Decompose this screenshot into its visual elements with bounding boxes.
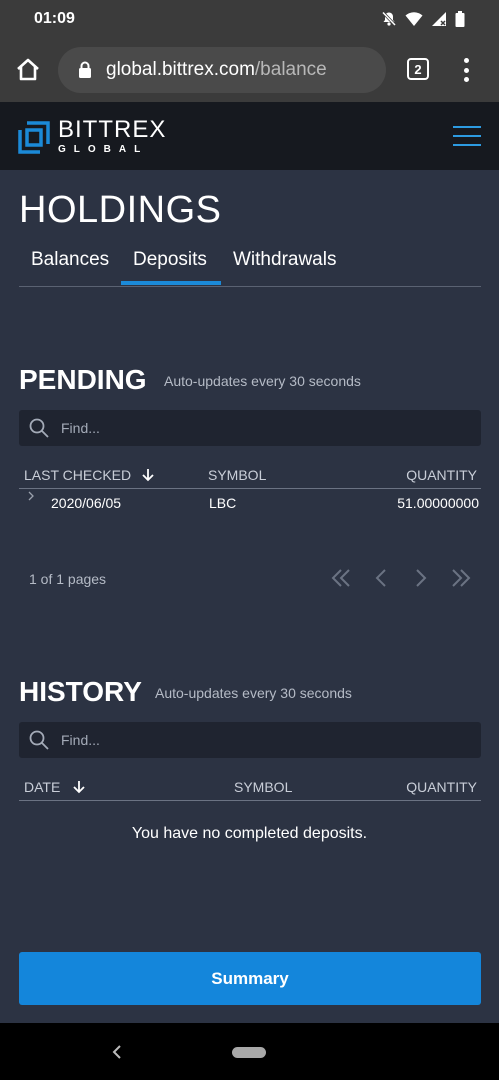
- url-text: global.bittrex.com/balance: [106, 59, 327, 81]
- active-tab-indicator: [121, 281, 221, 285]
- page-title: HOLDINGS: [19, 189, 222, 231]
- logo-text: BITTREX: [58, 116, 167, 143]
- summary-button[interactable]: Summary: [19, 952, 481, 1005]
- search-icon: [29, 730, 49, 750]
- holdings-tabs: Balances Deposits Withdrawals: [19, 241, 481, 287]
- address-bar[interactable]: global.bittrex.com/balance: [58, 47, 386, 93]
- history-title: HISTORY: [19, 676, 142, 707]
- tab-deposits[interactable]: Deposits: [133, 249, 207, 271]
- column-quantity[interactable]: QUANTITY: [406, 467, 477, 483]
- browser-toolbar: global.bittrex.com/balance 2: [0, 38, 499, 102]
- row-symbol: LBC: [209, 495, 237, 511]
- column-symbol[interactable]: SYMBOL: [208, 467, 266, 483]
- back-icon[interactable]: [110, 1043, 124, 1061]
- wifi-icon: [405, 12, 423, 26]
- url-path: /balance: [254, 59, 327, 80]
- tab-withdrawals[interactable]: Withdrawals: [233, 249, 336, 271]
- history-subtitle: Auto-updates every 30 seconds: [155, 685, 352, 701]
- site-header: BITTREX GLOBAL: [0, 102, 499, 170]
- url-host: global.bittrex.com: [106, 59, 255, 80]
- status-time: 01:09: [34, 10, 75, 27]
- column-symbol[interactable]: SYMBOL: [234, 779, 292, 795]
- system-nav-bar: [0, 1023, 499, 1080]
- notifications-off-icon: [381, 11, 397, 27]
- pending-search-input[interactable]: [61, 420, 441, 436]
- table-row[interactable]: 2020/06/05 LBC 51.00000000: [19, 490, 481, 516]
- status-icons: [381, 11, 465, 27]
- history-search-input[interactable]: [61, 732, 441, 748]
- expand-row-icon[interactable]: [27, 491, 35, 501]
- previous-page-icon[interactable]: [369, 566, 393, 590]
- empty-state-message: You have no completed deposits.: [131, 825, 368, 842]
- pending-table-header: LAST CHECKED SYMBOL QUANTITY: [19, 461, 481, 489]
- menu-icon[interactable]: [453, 126, 481, 146]
- history-table-header: DATE SYMBOL QUANTITY: [19, 773, 481, 801]
- search-icon: [29, 418, 49, 438]
- column-last-checked[interactable]: LAST CHECKED: [24, 467, 155, 483]
- logo-subtext: GLOBAL: [58, 144, 149, 155]
- pager-label: 1 of 1 pages: [29, 571, 107, 587]
- bittrex-logo[interactable]: BITTREX GLOBAL: [18, 118, 166, 156]
- tab-balances[interactable]: Balances: [31, 249, 109, 271]
- bittrex-logo-icon: [18, 121, 50, 154]
- home-icon[interactable]: [14, 56, 42, 84]
- history-search[interactable]: [19, 722, 481, 758]
- sort-down-icon: [142, 469, 154, 482]
- next-page-icon[interactable]: [409, 566, 433, 590]
- tab-switcher-button[interactable]: 2: [407, 58, 429, 80]
- pending-search[interactable]: [19, 410, 481, 446]
- lock-icon: [79, 61, 91, 78]
- row-date: 2020/06/05: [51, 495, 122, 511]
- column-quantity[interactable]: QUANTITY: [406, 779, 477, 795]
- sort-down-icon: [73, 781, 85, 794]
- pending-title: PENDING: [19, 364, 147, 395]
- status-bar: 01:09: [0, 0, 499, 38]
- home-pill[interactable]: [232, 1047, 266, 1058]
- last-page-icon[interactable]: [449, 566, 473, 590]
- first-page-icon[interactable]: [329, 566, 353, 590]
- signal-icon: [432, 12, 446, 26]
- column-date[interactable]: DATE: [24, 779, 86, 795]
- browser-menu-icon[interactable]: [459, 58, 473, 82]
- pending-subtitle: Auto-updates every 30 seconds: [164, 373, 361, 389]
- row-quantity: 51.00000000: [397, 495, 479, 511]
- battery-icon: [455, 11, 465, 27]
